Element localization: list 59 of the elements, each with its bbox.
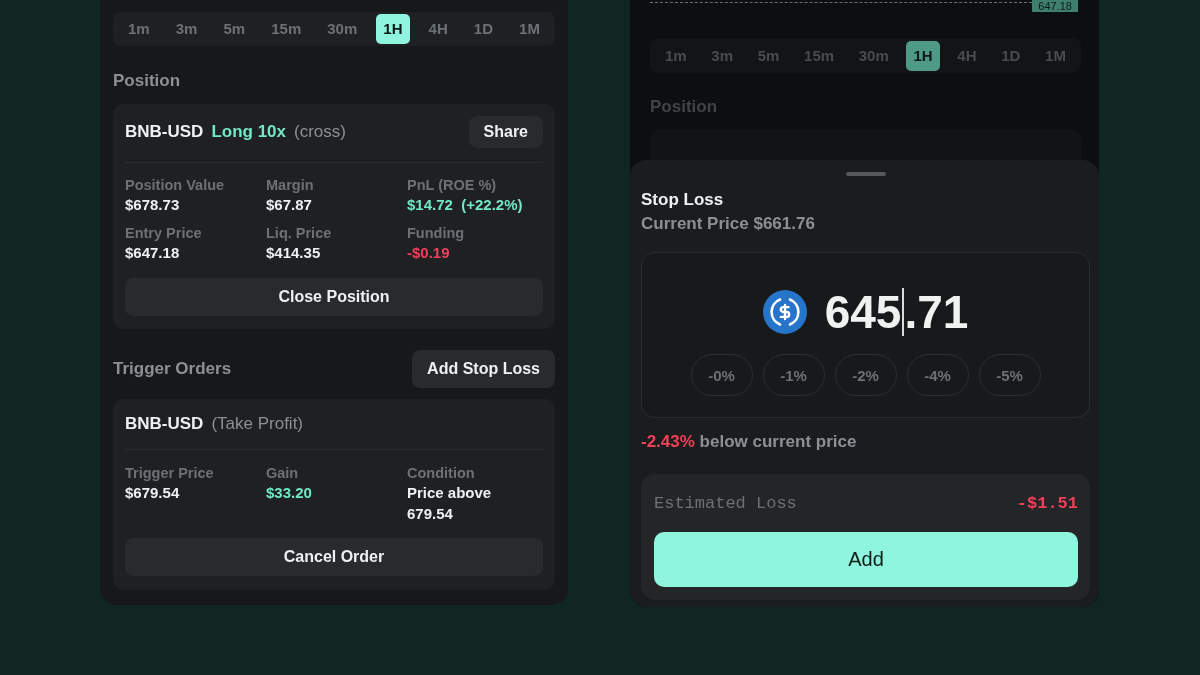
order-type-label: (Take Profit) [211,414,304,434]
estimate-value: -$1.51 [1016,493,1078,513]
section-heading: Trigger Orders [113,359,232,379]
leverage-label: Long 10x [211,122,286,142]
price-change-note: -2.43% below current price [641,432,858,451]
stat-label: Position Value [125,176,225,195]
timeframe-tab[interactable]: 1m [658,40,694,71]
stat-value: $67.87 [266,195,312,215]
current-price-text: Current Price $661.76 [641,214,816,234]
estimate-label: Estimated Loss [654,493,797,513]
drag-handle[interactable] [845,172,886,176]
close-position-button[interactable]: Close Position [125,278,543,316]
stat-label: Liq. Price [266,223,332,243]
section-heading: Position [113,71,182,91]
timeframe-tab[interactable]: 30m [320,14,365,44]
dollar-coin-icon [762,290,807,334]
timeframe-tab[interactable]: 3m [168,14,205,44]
price-input[interactable]: 645.71 [824,288,969,336]
stat-label: Gain [266,464,299,483]
sheet-title: Stop Loss [641,190,725,209]
margin-mode-label: (cross) [294,122,346,142]
stat-label: Entry Price [125,223,202,243]
stat-value: $14.72 (+22.2%) [407,195,523,215]
timeframe-tab[interactable]: 5m [216,14,253,44]
stat-label: Funding [407,223,465,243]
stat-value: -$0.19 [407,242,450,263]
add-button[interactable]: Add [654,532,1078,587]
timeframe-tab[interactable]: 1M [1038,40,1073,71]
timeframe-tab[interactable]: 1H [906,40,940,71]
timeframe-tab[interactable]: 30m [851,40,896,71]
cancel-order-button[interactable]: Cancel Order [125,538,543,576]
symbol-label: BNB-USD [125,414,204,434]
timeframe-tab[interactable]: 1D [466,14,500,44]
timeframe-tab[interactable]: 15m [797,40,842,71]
timeframe-tab[interactable]: 4H [950,40,984,71]
timeframe-tab[interactable]: 5m [750,40,787,71]
timeframe-tab[interactable]: 1m [121,14,157,44]
price-tag: 647.18 [1032,0,1078,12]
timeframe-tab[interactable]: 4H [421,14,455,44]
timeframe-tab[interactable]: 15m [264,14,309,44]
stat-value: $679.54 [125,483,180,503]
stat-value: $678.73 [125,195,180,215]
share-button[interactable]: Share [468,116,543,148]
timeframe-tab[interactable]: 1H [376,14,410,44]
stat-value: $647.18 [125,242,180,263]
timeframe-tab[interactable]: 1D [994,40,1028,71]
stat-label: Margin [266,176,314,195]
stat-label: Condition [407,464,475,483]
section-heading: Position [650,97,719,117]
stat-value: $33.20 [266,483,312,503]
timeframe-tab[interactable]: 3m [704,40,741,71]
add-stop-loss-button[interactable]: Add Stop Loss [412,350,555,388]
stat-value: Price above 679.54 [407,483,493,524]
stat-value: $414.35 [266,242,321,263]
timeframe-tab[interactable]: 1M [512,14,547,44]
stat-label: PnL (ROE %) [407,176,497,195]
text-cursor-icon [901,288,904,336]
stat-label: Trigger Price [125,464,214,483]
symbol-label: BNB-USD [125,122,204,142]
